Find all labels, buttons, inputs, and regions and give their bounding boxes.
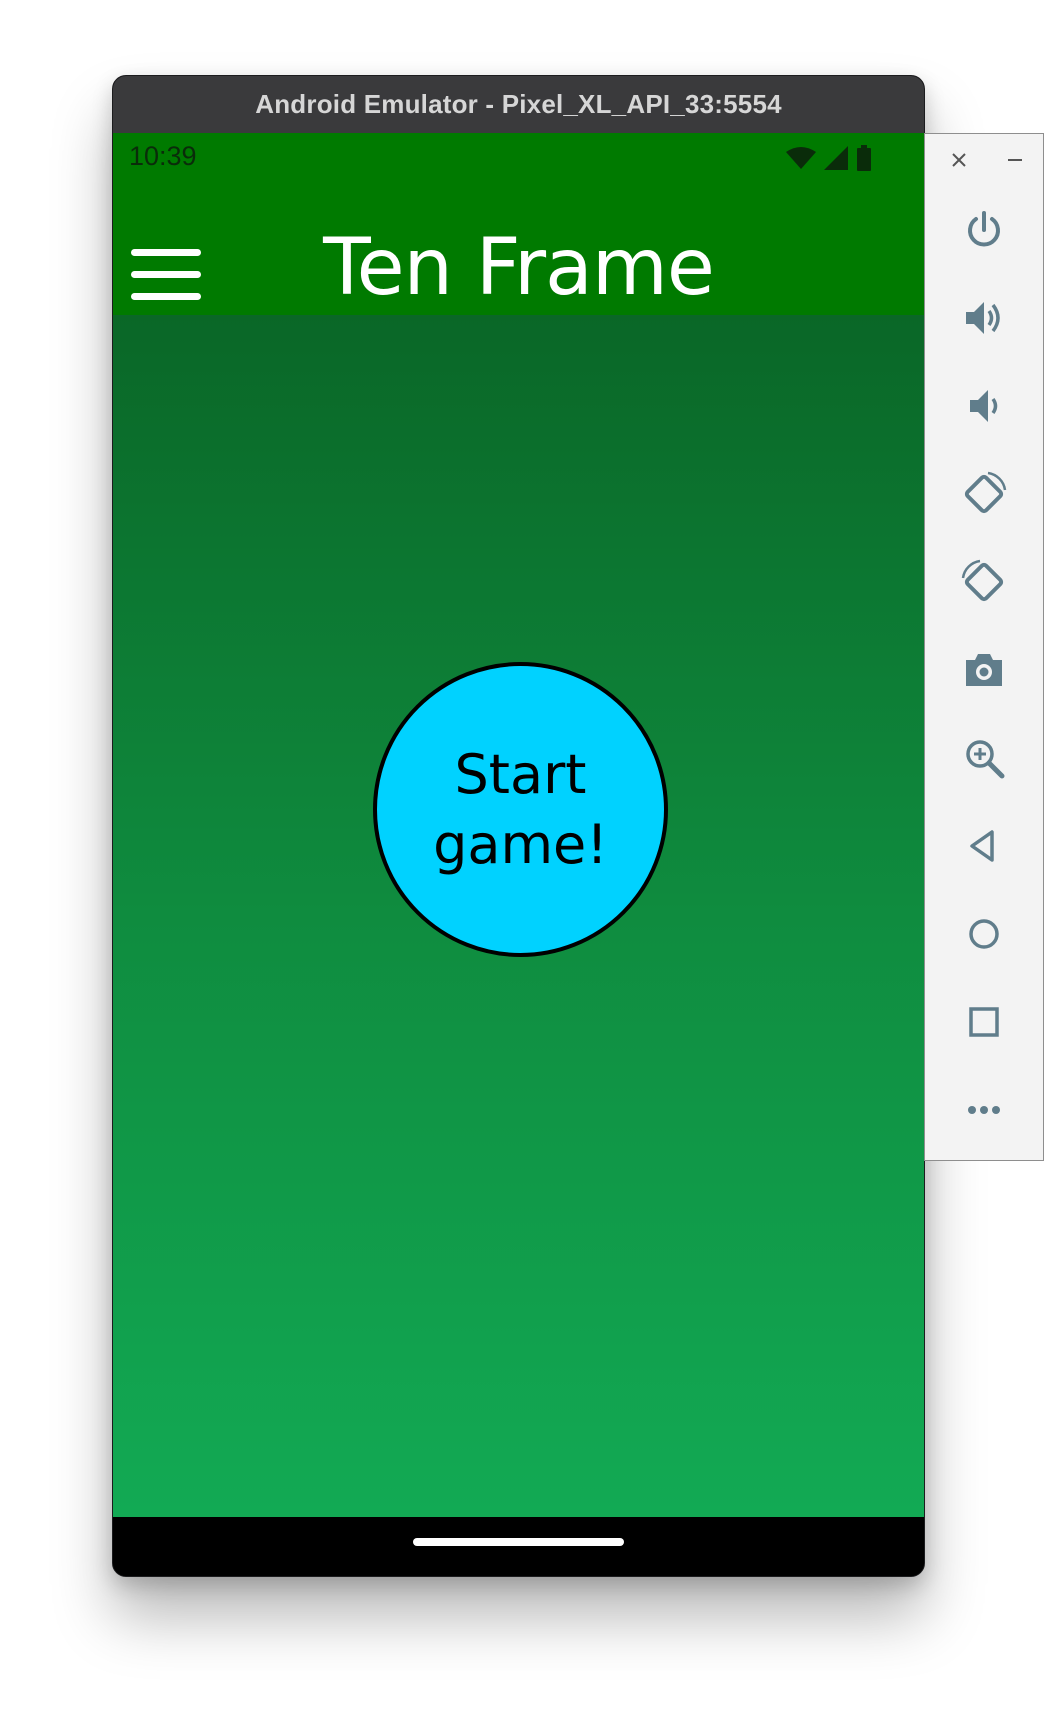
emulator-side-panel: [924, 133, 1044, 1161]
rotate-right-icon[interactable]: [958, 556, 1010, 608]
page-title: Ten Frame: [323, 223, 715, 313]
status-icons: [786, 145, 872, 176]
cell-signal-icon: [824, 146, 848, 175]
panel-header: [925, 134, 1043, 189]
minimize-icon[interactable]: [1003, 148, 1027, 172]
main-content: Start game!: [113, 315, 924, 1517]
camera-icon[interactable]: [958, 644, 1010, 696]
rotate-left-icon[interactable]: [958, 468, 1010, 520]
navigation-bar: [113, 1517, 924, 1576]
power-icon[interactable]: [958, 204, 1010, 256]
home-gesture-pill[interactable]: [413, 1538, 624, 1546]
status-time: 10:39: [129, 141, 197, 171]
overview-icon[interactable]: [958, 996, 1010, 1048]
status-bar: 10:39: [113, 133, 924, 183]
start-game-label: Start game!: [433, 742, 608, 876]
volume-down-icon[interactable]: [958, 380, 1010, 432]
window-title-bar[interactable]: Android Emulator - Pixel_XL_API_33:5554: [113, 76, 924, 133]
device-screen: 10:39 Ten Frame Start game!: [113, 133, 924, 1576]
volume-up-icon[interactable]: [958, 292, 1010, 344]
start-game-button[interactable]: Start game!: [373, 662, 668, 957]
emulator-window: Android Emulator - Pixel_XL_API_33:5554 …: [112, 75, 925, 1577]
window-title: Android Emulator - Pixel_XL_API_33:5554: [255, 89, 782, 119]
zoom-icon[interactable]: [958, 732, 1010, 784]
wifi-icon: [786, 146, 816, 175]
battery-icon: [856, 145, 872, 176]
close-icon[interactable]: [947, 148, 971, 172]
desktop-background: Android Emulator - Pixel_XL_API_33:5554 …: [0, 0, 1044, 1720]
back-icon[interactable]: [958, 820, 1010, 872]
home-icon[interactable]: [958, 908, 1010, 960]
more-icon[interactable]: [958, 1084, 1010, 1136]
